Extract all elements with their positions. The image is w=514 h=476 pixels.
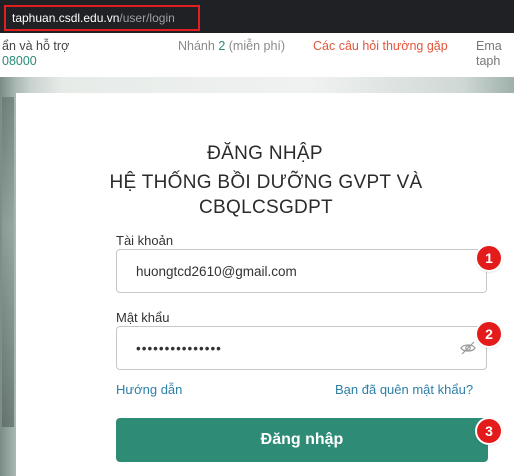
login-card: ĐĂNG NHẬP HỆ THỐNG BỒI DƯỠNG GVPT VÀ CBQ…	[16, 93, 514, 476]
email-value: taph	[476, 54, 501, 68]
url-host: taphuan.csdl.edu.vn	[12, 11, 120, 25]
guide-link[interactable]: Hướng dẫn	[116, 382, 182, 397]
account-input[interactable]	[116, 249, 487, 293]
login-subtitle: HỆ THỐNG BỒI DƯỠNG GVPT VÀ CBQLCSGDPT	[109, 172, 423, 218]
forgot-password-link[interactable]: Bạn đã quên mật khẩu?	[335, 382, 473, 397]
branch-number: 2	[218, 39, 226, 53]
support-info: ẩn và hỗ trợ 08000	[2, 39, 152, 69]
password-label: Mật khẩu	[116, 310, 170, 325]
url-field[interactable]: taphuan.csdl.edu.vn/user/login	[4, 5, 200, 31]
faq-link[interactable]: Các câu hỏi thường gặp	[313, 39, 453, 54]
step-badge-2: 2	[477, 322, 501, 346]
support-number: 08000	[2, 54, 37, 68]
email-info: Ema taph	[476, 39, 514, 69]
browser-address-bar: taphuan.csdl.edu.vn/user/login	[0, 0, 514, 33]
branch-info: Nhánh 2 (miễn phí)	[178, 39, 298, 54]
info-strip: ẩn và hỗ trợ 08000 Nhánh 2 (miễn phí) Cá…	[0, 33, 514, 77]
branch-note: (miễn phí)	[228, 39, 286, 53]
email-label: Ema	[476, 39, 502, 53]
eye-slash-icon[interactable]	[460, 341, 476, 355]
account-label: Tài khoản	[116, 233, 174, 248]
url-path: /user/login	[119, 11, 175, 25]
support-label: ẩn và hỗ trợ	[2, 39, 70, 53]
login-button[interactable]: Đăng nhập	[116, 418, 488, 462]
password-input[interactable]	[116, 326, 487, 370]
step-badge-1: 1	[477, 246, 501, 270]
branch-label: Nhánh	[178, 39, 215, 53]
step-badge-3: 3	[477, 419, 501, 443]
login-title: ĐĂNG NHẬP	[207, 143, 323, 164]
